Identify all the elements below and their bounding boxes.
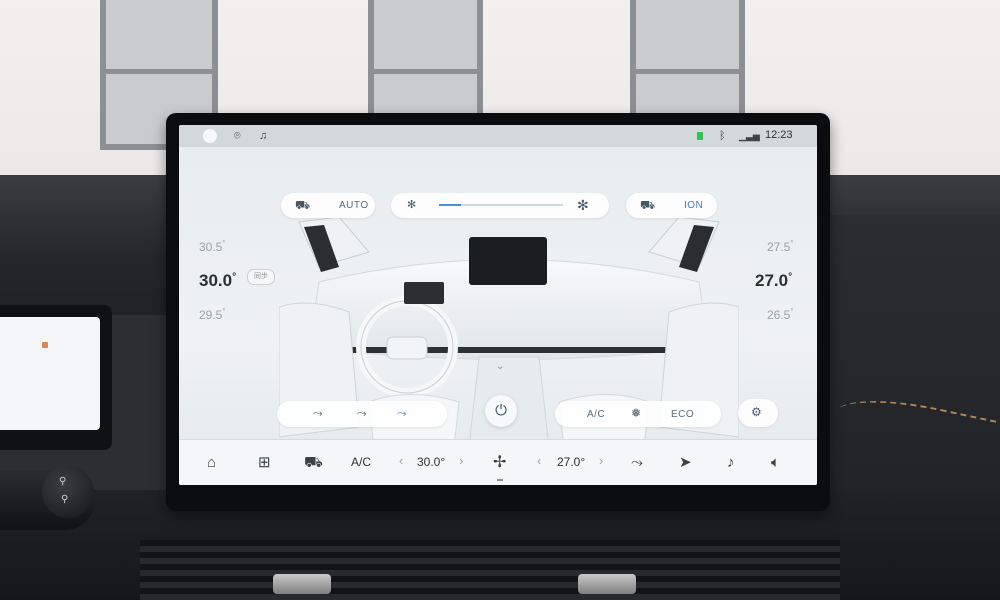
ion-label: ION xyxy=(684,200,704,211)
gear-icon: ⚙ xyxy=(751,405,762,419)
instrument-cluster xyxy=(0,305,112,450)
airflow-face-icon[interactable]: ⤳ xyxy=(313,406,323,421)
right-temp-below-value: 26.5 xyxy=(767,308,791,322)
clock: 12:23 xyxy=(765,129,793,141)
bluetooth-icon: ᛒ xyxy=(719,130,726,142)
right-temp-increase[interactable]: › xyxy=(599,453,603,468)
car-airflow-icon: ⛟ xyxy=(295,198,311,212)
seat-heat-icon[interactable]: ⤳ xyxy=(631,454,643,472)
climate-settings-button[interactable]: ⚙ xyxy=(738,399,778,427)
fan-speed-pill[interactable]: ✻ ✻ xyxy=(391,193,609,218)
right-temp-above[interactable]: 27.5° xyxy=(767,239,794,254)
left-temp-above-value: 30.5 xyxy=(199,240,223,254)
degree-symbol: ° xyxy=(790,239,794,248)
left-temp-decrease[interactable]: ‹ xyxy=(399,453,403,468)
vent-tab xyxy=(273,574,331,594)
right-temp-current[interactable]: 27.0° xyxy=(755,271,792,291)
ac-button[interactable]: A/C xyxy=(587,409,605,420)
status-bar: ⌾ ♫ ᛒ ▁▃▅ 12:23 xyxy=(179,125,817,147)
dock-ac-button[interactable]: A/C xyxy=(351,455,371,469)
left-temp-increase[interactable]: › xyxy=(459,453,463,468)
right-temp-value: 27.0 xyxy=(755,271,789,290)
wiper-rear-icon: ⚲ xyxy=(61,494,69,505)
navigation-icon[interactable]: ➤ xyxy=(679,454,692,472)
left-temp-above[interactable]: 30.5° xyxy=(199,239,226,254)
degree-symbol: ° xyxy=(222,307,226,316)
right-temp-decrease[interactable]: ‹ xyxy=(537,453,541,468)
left-temp-below[interactable]: 29.5° xyxy=(199,307,226,322)
degree-symbol: ° xyxy=(788,271,793,283)
dock-left-temp: 30.0° xyxy=(417,455,446,469)
right-temp-above-value: 27.5 xyxy=(767,240,791,254)
bottom-dock: ⌂ ⊞ ⛟ A/C ‹ 30.0° › ✢ ‹ 27.0° › ⤳ ➤ ♪ 🔈︎ xyxy=(179,439,817,485)
dock-right-temp: 27.0° xyxy=(557,455,586,469)
fan-speed-slider[interactable] xyxy=(439,204,563,206)
right-temp-below[interactable]: 26.5° xyxy=(767,307,794,322)
wiper-front-icon: ⚲ xyxy=(59,476,67,487)
right-mode-pill[interactable]: ⛟ ION xyxy=(626,193,717,218)
cellular-signal-icon: ▁▃▅ xyxy=(739,131,760,141)
notification-icon[interactable]: ♫ xyxy=(259,128,267,144)
defrost-icon[interactable]: ❅ xyxy=(631,406,641,420)
eco-button[interactable]: ECO xyxy=(671,409,694,420)
vent-tab xyxy=(578,574,636,594)
active-indicator xyxy=(497,479,503,481)
degree-symbol: ° xyxy=(222,239,226,248)
airflow-modes-pill: ⤳ ⤳ ⤳ xyxy=(277,401,447,427)
home-icon[interactable]: ⌂ xyxy=(207,454,216,472)
left-temp-current[interactable]: 30.0° xyxy=(199,271,236,291)
chevron-down-icon[interactable]: ⌄ xyxy=(496,361,504,372)
cluster-indicator xyxy=(42,342,48,348)
airflow-feet-icon[interactable]: ⤳ xyxy=(397,406,407,421)
fan-high-icon: ✻ xyxy=(577,197,589,213)
location-icon: ⌾ xyxy=(234,130,241,142)
signal-green-indicator xyxy=(697,132,703,140)
fan-icon[interactable]: ✢ xyxy=(493,454,506,472)
power-button[interactable]: ⏻ xyxy=(485,395,517,427)
car-airflow-icon: ⛟ xyxy=(640,198,656,212)
left-temp-below-value: 29.5 xyxy=(199,308,223,322)
auto-label: AUTO xyxy=(339,200,369,211)
climate-screen: ⌾ ♫ ᛒ ▁▃▅ 12:23 ⛟ AUTO ✻ ✻ ⛟ ION 30.5° 3… xyxy=(179,125,817,485)
car-icon[interactable]: ⛟ xyxy=(304,454,323,472)
degree-symbol: ° xyxy=(232,271,237,283)
fan-speed-fill xyxy=(439,204,462,206)
degree-symbol: ° xyxy=(790,307,794,316)
wiper-stalk-knob: ⚲ ⚲ xyxy=(42,466,94,518)
music-icon[interactable]: ♪ xyxy=(727,454,735,472)
left-mode-pill[interactable]: ⛟ AUTO xyxy=(281,193,375,218)
ac-modes-pill: A/C ❅ ECO xyxy=(555,401,721,427)
volume-icon[interactable]: 🔈︎ xyxy=(771,454,780,472)
airflow-body-icon[interactable]: ⤳ xyxy=(357,406,367,421)
instrument-cluster-screen xyxy=(0,317,100,430)
sync-toggle[interactable]: 同步 xyxy=(247,269,275,285)
apps-grid-icon[interactable]: ⊞ xyxy=(258,454,271,472)
avatar-icon[interactable] xyxy=(203,129,217,143)
air-vent xyxy=(140,540,840,600)
left-temp-value: 30.0 xyxy=(199,271,233,290)
fan-low-icon: ✻ xyxy=(407,199,417,211)
